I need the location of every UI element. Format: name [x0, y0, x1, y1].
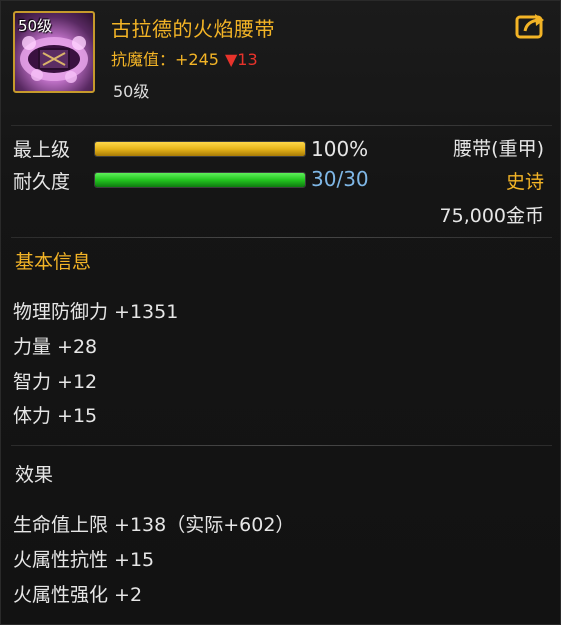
- item-name: 古拉德的火焰腰带: [111, 17, 275, 41]
- durability-label: 耐久度: [13, 171, 71, 193]
- basic-stat: 智力 +12: [13, 371, 98, 393]
- durability-bar-fill: [95, 173, 305, 187]
- divider: [11, 445, 552, 446]
- divider: [11, 125, 552, 126]
- resist-diff: ▼13: [224, 50, 258, 69]
- item-header: 50级 古拉德的火焰腰带 抗魔值：+245 ▼13 50级: [1, 1, 561, 109]
- item-type: 腰带(重甲): [453, 138, 544, 160]
- basic-info-title: 基本信息: [15, 251, 92, 273]
- effect-stat: 火属性强化 +2: [13, 584, 143, 606]
- item-icon-slot[interactable]: 50级: [13, 11, 95, 93]
- item-price: 75,000金币: [439, 205, 544, 227]
- durability-bar: [94, 172, 306, 188]
- upgrade-bar-fill: [95, 142, 305, 156]
- basic-stat: 物理防御力 +1351: [13, 301, 179, 323]
- durability-value: 30/30: [311, 167, 369, 191]
- divider: [11, 237, 552, 238]
- resist-value: +245: [175, 50, 219, 69]
- share-button[interactable]: [515, 11, 547, 39]
- icon-level-badge: 50级: [18, 17, 53, 35]
- basic-stat: 力量 +28: [13, 336, 98, 358]
- item-rarity: 史诗: [505, 171, 544, 193]
- effects-title: 效果: [15, 464, 54, 486]
- resist-label: 抗魔值：: [111, 50, 176, 69]
- upgrade-label: 最上级: [13, 139, 71, 161]
- upgrade-value: 100%: [311, 137, 369, 161]
- item-level: 50级: [113, 82, 150, 101]
- item-tooltip-panel: 50级 古拉德的火焰腰带 抗魔值：+245 ▼13 50级 最上级 100% 耐久…: [0, 0, 561, 625]
- effect-stat: 生命值上限 +138（实际+602）: [13, 514, 295, 536]
- effect-stat: 火属性抗性 +15: [13, 549, 155, 571]
- basic-stat: 体力 +15: [13, 405, 98, 427]
- upgrade-bar: [94, 141, 306, 157]
- resist-stat-line: 抗魔值：+245 ▼13: [111, 46, 258, 70]
- share-export-icon: [515, 14, 544, 39]
